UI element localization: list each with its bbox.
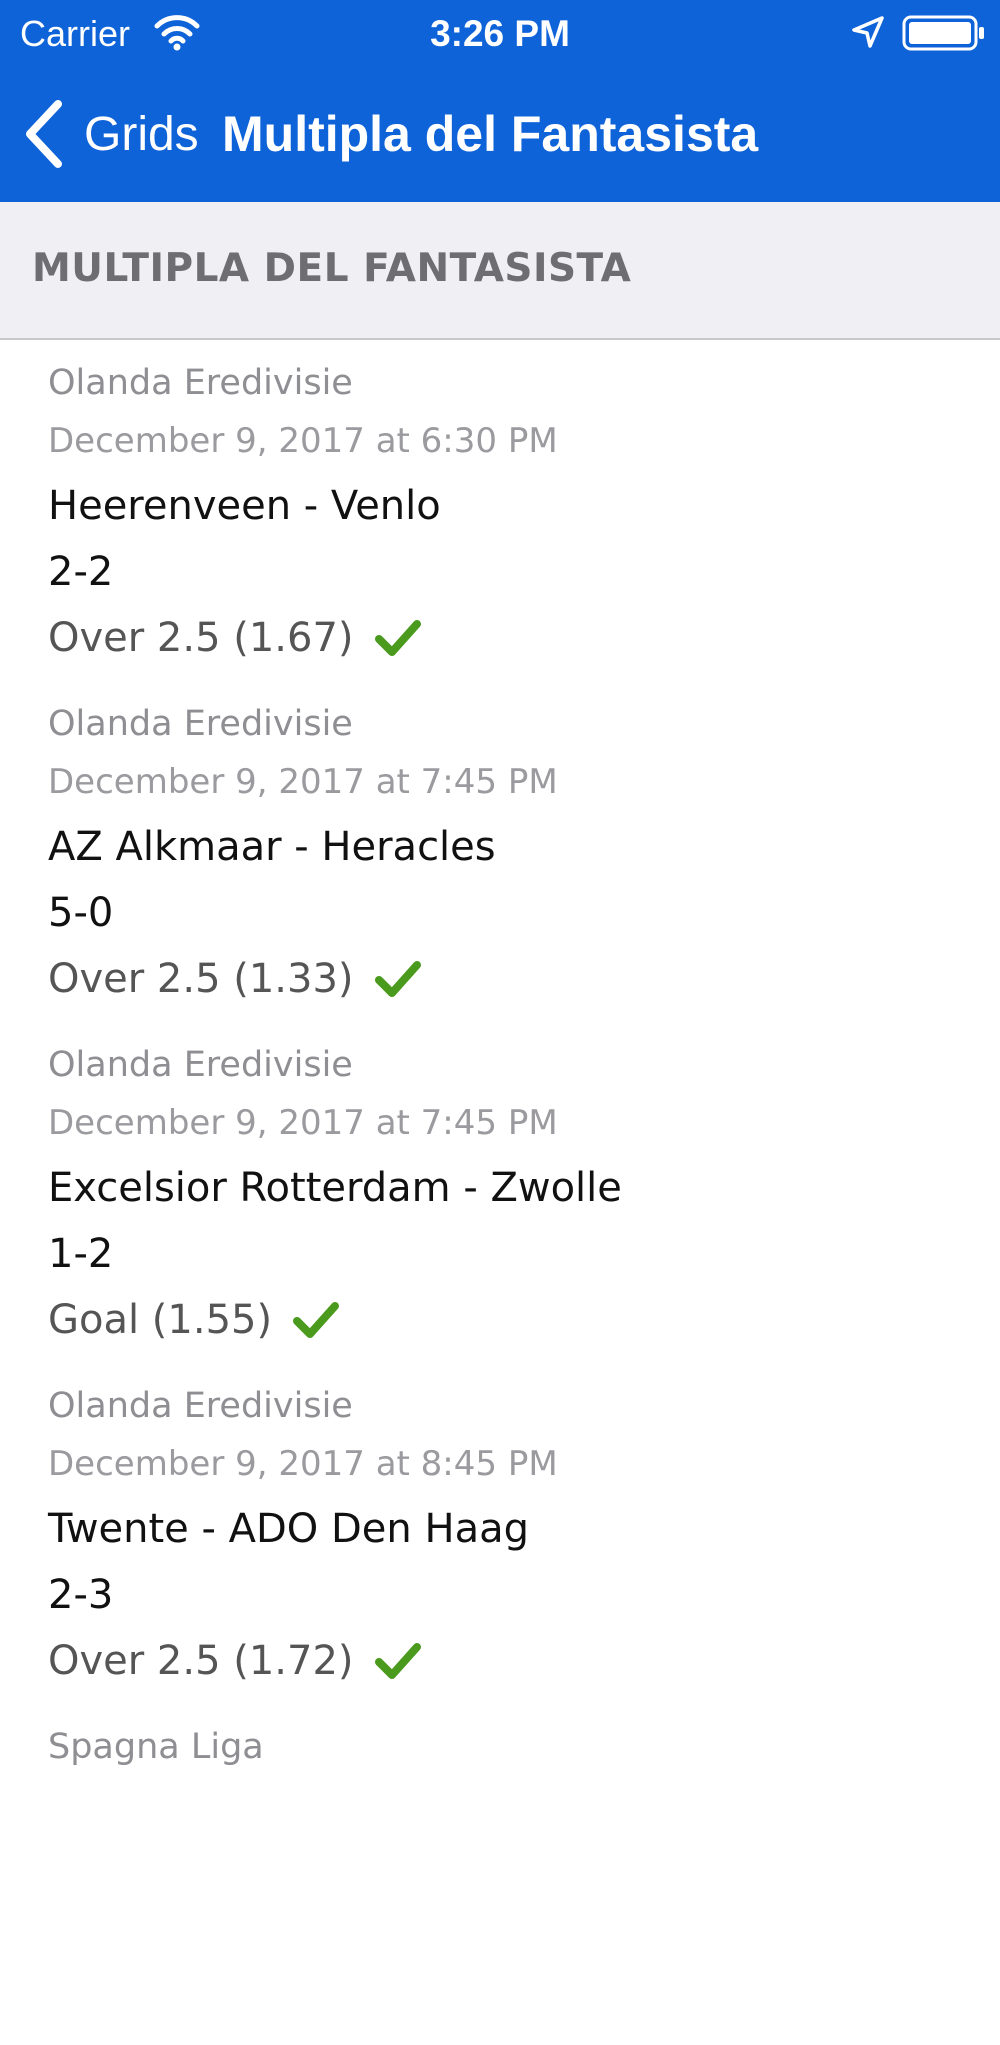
checkmark-icon [374, 961, 421, 997]
bet-list: Olanda Eredivisie December 9, 2017 at 6:… [0, 340, 1000, 2045]
list-item: Olanda Eredivisie December 9, 2017 at 6:… [0, 340, 1000, 681]
match-teams: Heerenveen - Venlo [48, 483, 441, 529]
checkmark-icon [374, 1643, 421, 1679]
match-datetime: December 9, 2017 at 7:45 PM [48, 762, 558, 802]
pick-row: Over 2.5 (1.67) [48, 610, 422, 666]
bet-pick: Over 2.5 (1.33) [48, 956, 354, 1002]
list-item: Olanda Eredivisie December 9, 2017 at 7:… [0, 1022, 1000, 1363]
pick-row: Over 2.5 (1.33) [48, 951, 422, 1007]
match-score: 1-2 [48, 1231, 114, 1277]
pick-row: Goal (1.55) [48, 1292, 340, 1348]
match-datetime: December 9, 2017 at 8:45 PM [48, 1444, 558, 1484]
list-item: Olanda Eredivisie December 9, 2017 at 7:… [0, 681, 1000, 1022]
league-label: Olanda Eredivisie [48, 704, 353, 744]
league-label: Olanda Eredivisie [48, 1386, 353, 1426]
bet-pick: Over 2.5 (1.72) [48, 1638, 354, 1684]
battery-icon [902, 15, 984, 51]
bet-pick: Goal (1.55) [48, 1297, 273, 1343]
match-teams: Excelsior Rotterdam - Zwolle [48, 1165, 622, 1211]
list-item: Spagna Liga [0, 1704, 1000, 2045]
match-datetime: December 9, 2017 at 7:45 PM [48, 1103, 558, 1143]
navigation-bar: Grids Multipla del Fantasista [0, 86, 1000, 182]
match-teams: Twente - ADO Den Haag [48, 1506, 529, 1552]
section-header: MULTIPLA DEL FANTASISTA [0, 202, 1000, 340]
league-label: Olanda Eredivisie [48, 1045, 353, 1085]
header: Carrier 3:26 PM Grids Multipla del Fanta… [0, 0, 1000, 202]
match-score: 2-2 [48, 549, 114, 595]
pick-row: Over 2.5 (1.72) [48, 1633, 422, 1689]
status-bar: Carrier 3:26 PM [0, 0, 1000, 68]
match-score: 5-0 [48, 890, 114, 936]
list-item: Olanda Eredivisie December 9, 2017 at 8:… [0, 1363, 1000, 1704]
bet-pick: Over 2.5 (1.67) [48, 615, 354, 661]
checkmark-icon [374, 620, 421, 656]
checkmark-icon [293, 1302, 340, 1338]
match-teams: AZ Alkmaar - Heracles [48, 824, 496, 870]
match-score: 2-3 [48, 1572, 114, 1618]
match-datetime: December 9, 2017 at 6:30 PM [48, 421, 558, 461]
location-arrow-icon [852, 16, 884, 48]
back-button[interactable]: Grids [22, 96, 199, 172]
chevron-left-icon [26, 100, 62, 168]
league-label: Olanda Eredivisie [48, 363, 353, 403]
back-button-label: Grids [84, 107, 199, 161]
page-title: Multipla del Fantasista [222, 106, 759, 162]
league-label: Spagna Liga [48, 1727, 264, 1767]
section-title: MULTIPLA DEL FANTASISTA [32, 246, 632, 291]
